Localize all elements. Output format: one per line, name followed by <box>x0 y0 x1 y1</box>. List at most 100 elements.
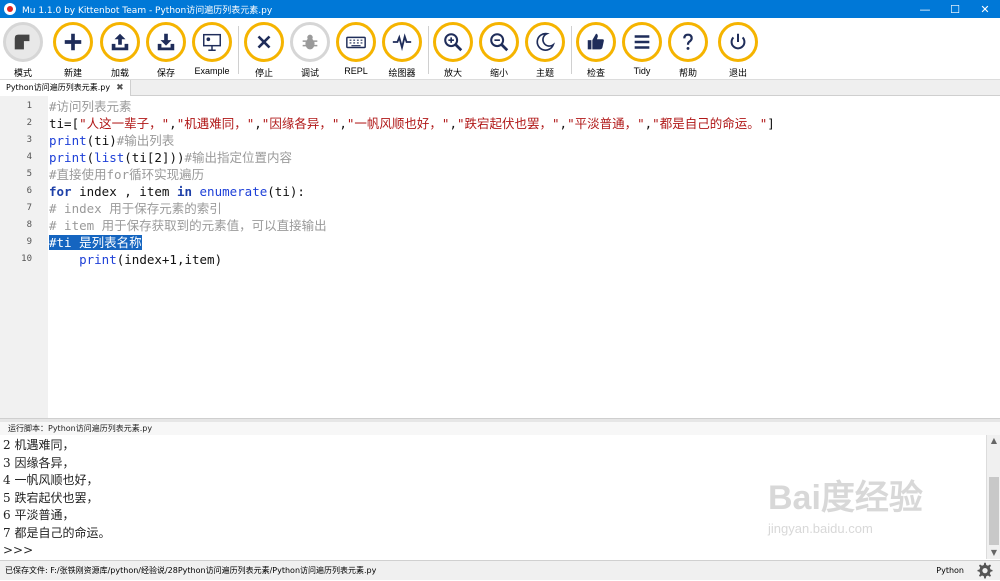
scroll-up-arrow-icon[interactable]: ▲ <box>987 435 1000 447</box>
repl-output-line: 4 一帆风顺也好， <box>3 473 99 487</box>
code-token: , <box>254 116 262 131</box>
upload-icon <box>100 22 140 62</box>
code-token: ti=[ <box>49 116 80 131</box>
code-editor[interactable]: 1 2 3 4 5 6 7 8 9 10 #访问列表元素 ti=["人这一辈子，","机遇难同，",… <box>0 96 1000 418</box>
theme-button-label: 主题 <box>535 68 554 78</box>
code-token: print <box>49 150 87 165</box>
code-token: print <box>79 252 117 267</box>
code-token: "一帆风顺也好，" <box>346 116 450 131</box>
check-button-label: 检查 <box>586 68 605 78</box>
code-token: (ti[ <box>124 150 155 165</box>
repl-output-line: 7 都是自己的命运。 <box>3 525 111 540</box>
minimize-button[interactable]: — <box>910 0 940 18</box>
tidy-button-label: Tidy <box>633 66 651 76</box>
zoom-in-button[interactable]: 放大 <box>431 22 475 82</box>
gear-icon[interactable] <box>976 562 994 580</box>
code-line: # item 用于保存获取到的元素值，可以直接输出 <box>49 217 327 234</box>
mode-icon <box>3 22 43 62</box>
line-number: 7 <box>26 203 32 213</box>
app-logo-icon <box>4 3 16 15</box>
save-button[interactable]: 保存 <box>144 22 188 82</box>
code-token: "都是自己的命运。" <box>652 116 768 131</box>
watermark-brand: Bai度经验 <box>768 479 923 517</box>
code-token: "跌宕起伏也罢，" <box>456 116 560 131</box>
line-number: 3 <box>26 135 32 145</box>
tab-file[interactable]: Python访问遍历列表元素.py ✖ <box>0 80 131 96</box>
zoom-out-button[interactable]: 缩小 <box>477 22 521 82</box>
line-number-gutter: 1 2 3 4 5 6 7 8 9 10 <box>0 96 48 418</box>
repl-prompt: >>> <box>3 543 37 557</box>
selected-code-token: #ti 是列表名称 <box>49 235 142 250</box>
zoom-in-icon <box>433 22 473 62</box>
line-number: 10 <box>21 254 32 264</box>
tab-bar: Python访问遍历列表元素.py ✖ <box>0 80 1000 96</box>
code-line: #直接使用for循环实现遍历 <box>49 166 204 183</box>
debug-button-label: 调试 <box>300 68 319 78</box>
window-title: Mu 1.1.0 by Kittenbot Team - Python访问遍历列… <box>22 5 273 16</box>
help-button-label: 帮助 <box>678 68 697 78</box>
code-token: index , item <box>71 184 177 199</box>
watermark-url: jingyan.baidu.com <box>768 521 873 536</box>
repl-button[interactable]: REPL <box>334 22 378 82</box>
scroll-down-arrow-icon[interactable]: ▼ <box>987 547 1000 559</box>
tab-file-label: Python访问遍历列表元素.py <box>6 83 111 92</box>
zoom-out-icon <box>479 22 519 62</box>
toolbar-separator <box>428 26 429 74</box>
code-token: enumerate <box>199 184 268 199</box>
new-button[interactable]: 新建 <box>51 22 95 82</box>
close-tab-icon[interactable]: ✖ <box>116 80 124 96</box>
toolbar: 模式 新建 加载 保存 Example 停止 调试 REPL 绘图器 放大 缩小… <box>0 18 1000 80</box>
code-token: # item 用于保存获取到的元素值，可以直接输出 <box>49 218 327 233</box>
theme-button[interactable]: 主题 <box>523 22 567 82</box>
code-token: "平淡普通，" <box>567 116 645 131</box>
pulse-icon <box>382 22 422 62</box>
plotter-button[interactable]: 绘图器 <box>380 22 424 82</box>
help-button[interactable]: 帮助 <box>666 22 710 82</box>
scrollbar-thumb[interactable] <box>989 477 999 545</box>
mode-button[interactable]: 模式 <box>1 22 45 82</box>
stop-button-label: 停止 <box>254 68 273 78</box>
code-line: print(index+1,item) <box>49 251 222 268</box>
lines-icon <box>622 22 662 62</box>
check-button[interactable]: 检查 <box>574 22 618 82</box>
line-number: 2 <box>26 118 32 128</box>
stop-button[interactable]: 停止 <box>242 22 286 82</box>
repl-scrollbar[interactable]: ▲ ▼ <box>986 435 1000 559</box>
load-button[interactable]: 加载 <box>98 22 142 82</box>
debug-button[interactable]: 调试 <box>288 22 332 82</box>
quit-button-label: 退出 <box>728 68 747 78</box>
code-token: (ti): <box>267 184 305 199</box>
code-token: #输出列表 <box>116 133 175 148</box>
code-token: # index 用于保存元素的索引 <box>49 201 222 216</box>
code-token: , <box>449 116 457 131</box>
keyboard-icon <box>336 22 376 62</box>
code-token: (index+1,item) <box>116 252 223 267</box>
zoom-in-button-label: 放大 <box>443 68 462 78</box>
title-bar: Mu 1.1.0 by Kittenbot Team - Python访问遍历列… <box>0 0 1000 18</box>
load-button-label: 加载 <box>110 68 129 78</box>
close-window-button[interactable]: ✕ <box>970 0 1000 18</box>
quit-button[interactable]: 退出 <box>716 22 760 82</box>
code-line: #ti 是列表名称 <box>49 234 142 251</box>
line-number: 6 <box>26 186 32 196</box>
maximize-button[interactable]: ☐ <box>940 0 970 18</box>
line-number: 1 <box>26 101 32 111</box>
code-line: for index , item in enumerate(ti): <box>49 183 305 200</box>
code-line: print(ti)#输出列表 <box>49 132 174 149</box>
code-token: ])) <box>161 150 185 165</box>
code-token: list <box>94 150 125 165</box>
code-token: "人这一辈子，" <box>79 116 170 131</box>
mode-indicator: Python <box>936 566 964 575</box>
tidy-button[interactable]: Tidy <box>620 22 664 82</box>
new-button-label: 新建 <box>63 68 82 78</box>
code-token: , <box>339 116 347 131</box>
code-line: #访问列表元素 <box>49 98 132 115</box>
code-token: 2 <box>154 150 162 165</box>
plus-icon <box>53 22 93 62</box>
toolbar-separator <box>238 26 239 74</box>
example-button[interactable]: Example <box>190 22 234 82</box>
code-line: print(list(ti[2]))#输出指定位置内容 <box>49 149 292 166</box>
close-icon <box>244 22 284 62</box>
